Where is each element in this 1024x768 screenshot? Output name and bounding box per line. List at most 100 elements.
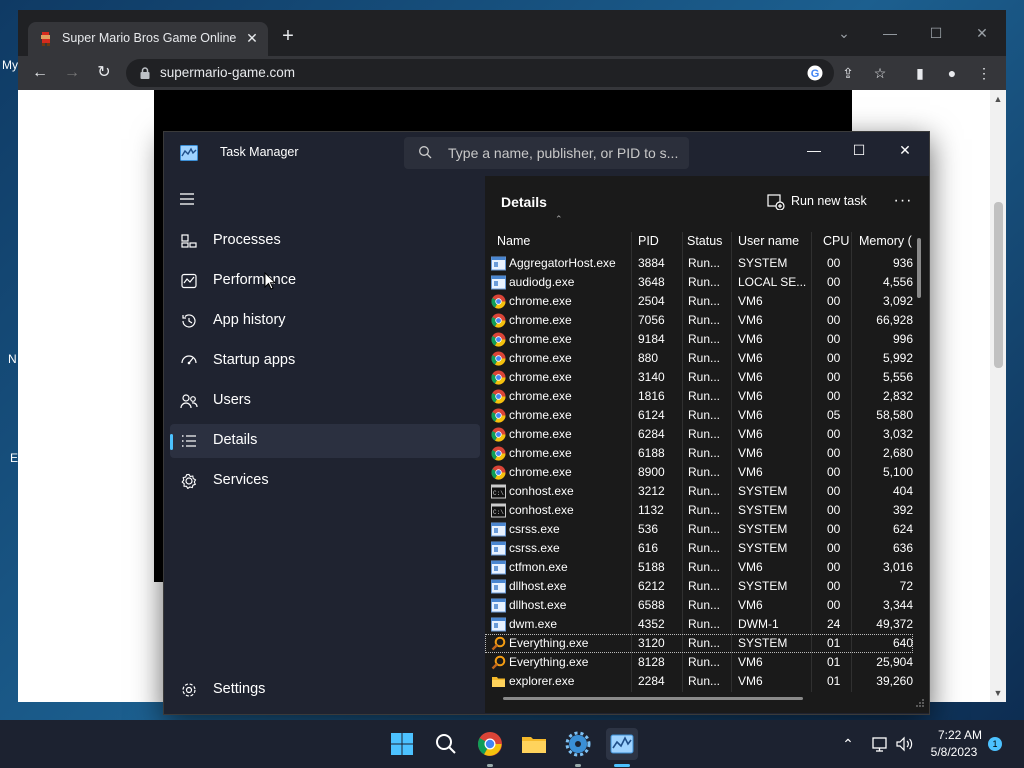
- memory-cell: 392: [892, 503, 913, 517]
- column-header-status[interactable]: Status: [687, 228, 732, 254]
- table-row[interactable]: chrome.exe 2504 Run... VM6 00 3,092: [485, 292, 913, 311]
- scroll-up-icon[interactable]: ▲: [990, 92, 1006, 106]
- hamburger-menu-icon[interactable]: [178, 192, 196, 206]
- lock-icon[interactable]: [138, 66, 152, 80]
- app-taskbar-button[interactable]: [562, 728, 594, 767]
- page-scroll-thumb[interactable]: [994, 202, 1003, 368]
- nav-item-details[interactable]: Details: [170, 424, 480, 458]
- page-scrollbar[interactable]: ▲ ▼: [990, 90, 1006, 702]
- table-row[interactable]: C:\ conhost.exe 1132 Run... SYSTEM 00 392: [485, 501, 913, 520]
- memory-cell: 72: [899, 579, 913, 593]
- task-manager-titlebar[interactable]: Task Manager — ☐ ✕: [164, 132, 929, 176]
- desktop-icon-label[interactable]: N: [8, 352, 17, 366]
- maximize-button[interactable]: ☐: [922, 20, 950, 46]
- start-button[interactable]: [386, 728, 418, 760]
- notification-badge[interactable]: 1: [988, 737, 1002, 751]
- search-box[interactable]: [404, 137, 689, 169]
- clock-time[interactable]: 7:22 AM: [930, 728, 990, 742]
- nav-item-users[interactable]: Users: [170, 384, 480, 418]
- process-name-cell: chrome.exe: [509, 389, 572, 403]
- table-row[interactable]: dllhost.exe 6212 Run... SYSTEM 00 72: [485, 577, 913, 596]
- menu-kebab-icon[interactable]: ⋮: [972, 61, 996, 85]
- task-manager-taskbar-button[interactable]: [606, 728, 638, 767]
- column-header-memory[interactable]: Memory (: [859, 228, 913, 254]
- minimize-button[interactable]: —: [876, 20, 904, 46]
- nav-item-performance[interactable]: Performance: [170, 264, 480, 298]
- table-row[interactable]: audiodg.exe 3648 Run... LOCAL SE... 00 4,556: [485, 273, 913, 292]
- table-row[interactable]: chrome.exe 6124 Run... VM6 05 58,580: [485, 406, 913, 425]
- table-row[interactable]: chrome.exe 880 Run... VM6 00 5,992: [485, 349, 913, 368]
- pid-cell: 6284: [638, 427, 665, 441]
- maximize-button[interactable]: ☐: [839, 136, 879, 164]
- scroll-down-icon[interactable]: ▼: [990, 686, 1006, 700]
- tab-close-icon[interactable]: ✕: [242, 28, 262, 48]
- column-header-user-name[interactable]: User name: [738, 228, 818, 254]
- search-input[interactable]: [448, 143, 684, 163]
- table-row[interactable]: AggregatorHost.exe 3884 Run... SYSTEM 00 936: [485, 254, 913, 273]
- table-row[interactable]: chrome.exe 6284 Run... VM6 00 3,032: [485, 425, 913, 444]
- cpu-cell: 00: [827, 313, 841, 327]
- address-bar[interactable]: supermario-game.com G: [126, 59, 834, 87]
- table-row[interactable]: ctfmon.exe 5188 Run... VM6 00 3,016: [485, 558, 913, 577]
- table-row[interactable]: Everything.exe 3120 Run... SYSTEM 01 640: [485, 634, 913, 653]
- browser-tab[interactable]: Super Mario Bros Game Online ✕: [28, 22, 268, 56]
- column-header-name[interactable]: Name: [497, 228, 627, 254]
- cpu-cell: 01: [827, 636, 841, 650]
- nav-label: Startup apps: [213, 352, 296, 368]
- tab-search-icon[interactable]: ⌄: [830, 20, 858, 46]
- vertical-scrollbar[interactable]: [917, 238, 921, 298]
- details-icon: [182, 435, 196, 447]
- process-name-cell: dllhost.exe: [509, 579, 567, 593]
- profile-icon[interactable]: ●: [940, 61, 964, 85]
- close-window-button[interactable]: ✕: [968, 20, 996, 46]
- resize-grip-icon[interactable]: [915, 698, 925, 708]
- nav-item-app-history[interactable]: App history: [170, 304, 480, 338]
- table-row[interactable]: chrome.exe 3140 Run... VM6 00 5,556: [485, 368, 913, 387]
- column-header-cpu[interactable]: CPU: [823, 228, 853, 254]
- status-cell: Run...: [688, 294, 721, 308]
- pid-cell: 3212: [638, 484, 665, 498]
- table-row[interactable]: dllhost.exe 6588 Run... VM6 00 3,344: [485, 596, 913, 615]
- table-row[interactable]: chrome.exe 9184 Run... VM6 00 996: [485, 330, 913, 349]
- search-button[interactable]: [430, 728, 462, 760]
- memory-cell: 49,372: [876, 617, 913, 631]
- close-button[interactable]: ✕: [885, 136, 925, 164]
- back-button[interactable]: ←: [28, 61, 52, 85]
- table-row[interactable]: csrss.exe 536 Run... SYSTEM 00 624: [485, 520, 913, 539]
- table-row[interactable]: chrome.exe 8900 Run... VM6 00 5,100: [485, 463, 913, 482]
- table-row[interactable]: chrome.exe 1816 Run... VM6 00 2,832: [485, 387, 913, 406]
- desktop-icon-label[interactable]: E: [10, 451, 18, 465]
- nav-item-settings[interactable]: Settings: [170, 673, 480, 707]
- clock-date[interactable]: 5/8/2023: [924, 745, 984, 759]
- share-icon[interactable]: ⇪: [836, 61, 860, 85]
- google-lens-icon[interactable]: G: [806, 64, 824, 82]
- nav-item-processes[interactable]: Processes: [170, 224, 480, 258]
- network-icon[interactable]: [870, 734, 890, 754]
- table-row[interactable]: chrome.exe 7056 Run... VM6 00 66,928: [485, 311, 913, 330]
- side-panel-icon[interactable]: ▮: [908, 61, 932, 85]
- bookmark-star-icon[interactable]: ☆: [868, 61, 892, 85]
- svg-text:G: G: [811, 68, 820, 80]
- chrome-taskbar-button[interactable]: [474, 728, 506, 767]
- nav-item-startup-apps[interactable]: Startup apps: [170, 344, 480, 378]
- more-options-button[interactable]: ···: [883, 188, 923, 216]
- file-explorer-taskbar-button[interactable]: [518, 728, 550, 760]
- table-row[interactable]: Everything.exe 8128 Run... VM6 01 25,904: [485, 653, 913, 672]
- users-icon: [180, 394, 198, 409]
- table-row[interactable]: explorer.exe 2284 Run... VM6 01 39,260: [485, 672, 913, 691]
- desktop-icon-label[interactable]: My: [2, 58, 18, 72]
- table-row[interactable]: dwm.exe 4352 Run... DWM-1 24 49,372: [485, 615, 913, 634]
- table-row[interactable]: C:\ conhost.exe 3212 Run... SYSTEM 00 404: [485, 482, 913, 501]
- nav-item-services[interactable]: Services: [170, 464, 480, 498]
- run-new-task-button[interactable]: Run new task: [765, 188, 885, 216]
- horizontal-scrollbar[interactable]: [503, 697, 803, 700]
- new-tab-button[interactable]: +: [276, 25, 300, 49]
- table-row[interactable]: csrss.exe 616 Run... SYSTEM 00 636: [485, 539, 913, 558]
- reload-button[interactable]: ↻: [92, 61, 116, 85]
- forward-button[interactable]: →: [60, 61, 84, 85]
- volume-icon[interactable]: [894, 734, 914, 754]
- table-row[interactable]: chrome.exe 6188 Run... VM6 00 2,680: [485, 444, 913, 463]
- minimize-button[interactable]: —: [794, 136, 834, 164]
- show-hidden-icons-chevron-icon[interactable]: ⌃: [838, 734, 858, 754]
- column-header-pid[interactable]: PID: [638, 228, 683, 254]
